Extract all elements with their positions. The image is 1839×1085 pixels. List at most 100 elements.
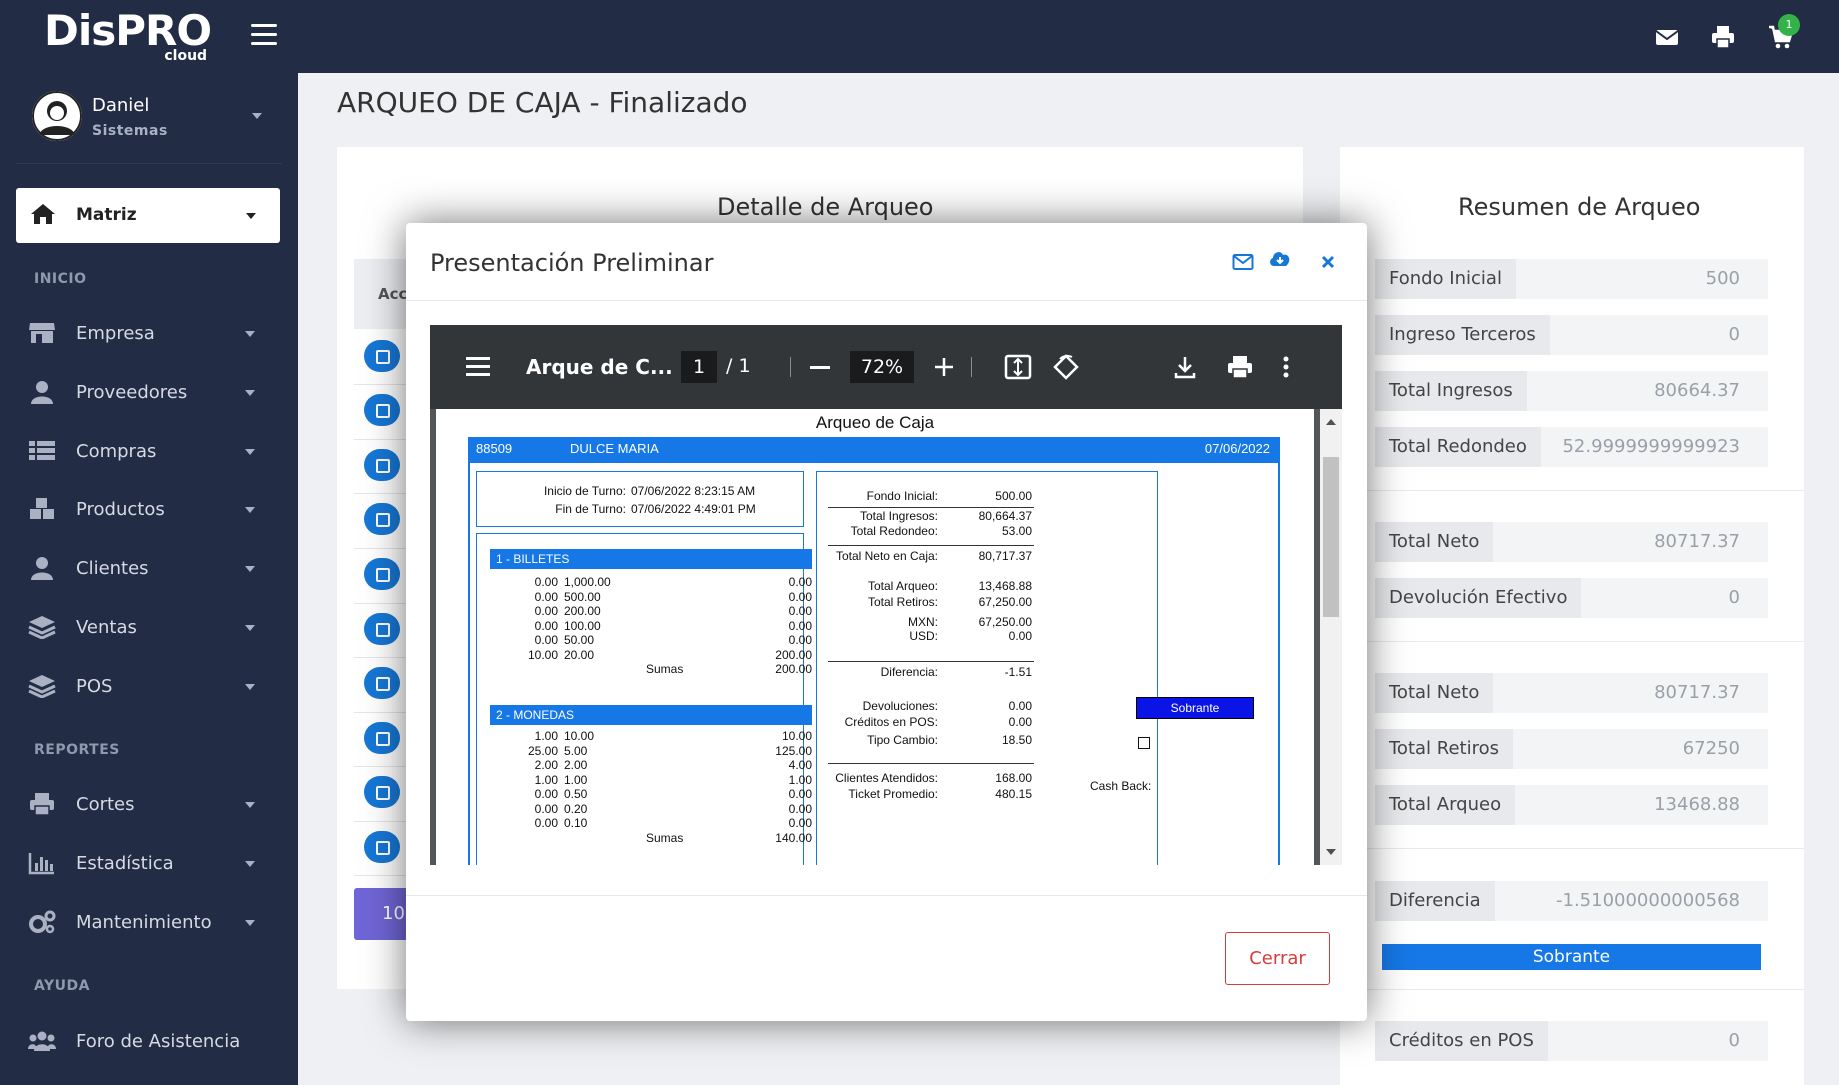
total-label: Total Ingresos: — [859, 509, 938, 523]
more-options-icon[interactable] — [1282, 355, 1290, 379]
billete-denomination: 20.00 — [564, 647, 595, 662]
mail-icon[interactable] — [1232, 253, 1254, 271]
pdf-toolbar: Arque de C... 1 / 1 72% — [430, 325, 1342, 409]
billetes-title: 1 - BILLETES — [496, 552, 570, 566]
moneda-qty: 0.00 — [534, 801, 558, 816]
preview-modal: Presentación Preliminar Arque de C... 1 … — [406, 223, 1367, 1021]
billetes-sum-label: Sumas — [646, 662, 684, 676]
total-label: Total Retiros: — [867, 595, 938, 609]
billete-denomination: 200.00 — [564, 604, 601, 618]
close-button[interactable]: Cerrar — [1225, 932, 1330, 985]
moneda-total: 0.00 — [788, 787, 812, 801]
divider — [828, 763, 1034, 764]
total-label: Tipo Cambio: — [867, 733, 938, 747]
moneda-qty: 25.00 — [527, 743, 558, 758]
total-label: Diferencia: — [880, 665, 938, 679]
moneda-denomination: 0.50 — [564, 787, 588, 801]
moneda-total: 10.00 — [781, 729, 812, 743]
modal-title: Presentación Preliminar — [430, 249, 714, 277]
divider — [828, 545, 1034, 546]
divider — [828, 507, 1034, 508]
report-header: 88509 DULCE MARIA 07/06/2022 — [468, 437, 1280, 461]
total-label: Ticket Promedio: — [848, 787, 938, 801]
rotate-icon[interactable] — [1052, 353, 1080, 381]
moneda-denomination: 0.10 — [564, 816, 588, 830]
moneda-qty: 2.00 — [534, 758, 558, 772]
zoom-out-icon[interactable] — [810, 366, 830, 369]
cash-back-label: Cash Back: — [1090, 779, 1152, 793]
pdf-zoom-input[interactable]: 72% — [850, 351, 914, 383]
billete-qty: 0.00 — [534, 633, 558, 647]
close-icon[interactable] — [1320, 254, 1336, 270]
report-date: 07/06/2022 — [1204, 441, 1270, 456]
shift-start-value: 07/06/2022 8:23:15 AM — [631, 484, 756, 498]
total-value: 80,664.37 — [978, 509, 1032, 523]
total-value: 0.00 — [1008, 715, 1032, 729]
shift-end-label: Fin de Turno: — [555, 502, 626, 516]
billete-qty: 10.00 — [527, 647, 558, 662]
moneda-denomination: 2.00 — [564, 758, 588, 772]
pdf-document-title: Arque de C... — [526, 355, 673, 379]
report-title: Arqueo de Caja — [815, 413, 935, 432]
divider — [406, 300, 1367, 301]
total-label: Total Neto en Caja: — [835, 549, 938, 563]
billete-denomination: 1,000.00 — [564, 575, 611, 589]
moneda-qty: 1.00 — [534, 729, 558, 743]
divider — [828, 661, 1034, 662]
billetes-sum: 200.00 — [775, 662, 812, 676]
total-label: Total Arqueo: — [867, 579, 938, 593]
total-label: Clientes Atendidos: — [835, 771, 938, 785]
moneda-denomination: 0.20 — [564, 801, 588, 816]
moneda-total: 1.00 — [788, 772, 812, 787]
total-label: USD: — [909, 629, 938, 643]
billete-total: 0.00 — [788, 604, 812, 618]
billete-denomination: 500.00 — [564, 589, 601, 604]
pdf-viewer[interactable]: Arque de C... 1 / 1 72% Arqueo de Caja 8… — [430, 325, 1342, 865]
divider — [790, 357, 791, 377]
cloud-download-icon[interactable] — [1268, 249, 1292, 269]
pdf-page-input[interactable]: 1 — [681, 351, 717, 383]
total-label: Total Redondeo: — [850, 524, 938, 538]
zoom-in-icon[interactable] — [934, 357, 954, 377]
fit-page-icon[interactable] — [1004, 354, 1032, 380]
moneda-denomination: 5.00 — [564, 743, 588, 758]
moneda-qty: 1.00 — [534, 772, 558, 787]
billete-qty: 0.00 — [534, 589, 558, 604]
checkbox — [1138, 737, 1150, 749]
pdf-page-total: / 1 — [726, 355, 751, 377]
total-value: 168.00 — [995, 771, 1032, 785]
total-label: Fondo Inicial: — [866, 489, 938, 503]
moneda-qty: 0.00 — [534, 787, 558, 801]
scroll-up-icon[interactable] — [1326, 419, 1336, 425]
moneda-denomination: 10.00 — [564, 729, 595, 743]
scroll-down-icon[interactable] — [1326, 849, 1336, 855]
billete-qty: 0.00 — [534, 618, 558, 633]
billete-total: 200.00 — [775, 647, 812, 662]
moneda-total: 0.00 — [788, 801, 812, 816]
moneda-denomination: 1.00 — [564, 772, 588, 787]
monedas-header: 2 - MONEDAS — [490, 705, 812, 725]
scroll-thumb[interactable] — [1323, 457, 1339, 617]
report-cashier: DULCE MARIA — [570, 441, 659, 456]
total-value: 500.00 — [995, 489, 1032, 503]
total-value: -1.51 — [1004, 665, 1032, 679]
monedas-sum: 140.00 — [775, 831, 812, 845]
moneda-total: 0.00 — [788, 816, 812, 830]
total-value: 67,250.00 — [978, 615, 1032, 629]
billete-total: 0.00 — [788, 633, 812, 647]
total-value: 53.00 — [1001, 524, 1032, 538]
sobrante-badge: Sobrante — [1136, 697, 1254, 719]
pdf-scrollbar[interactable] — [1320, 409, 1342, 865]
pdf-page: Arqueo de Caja 88509 DULCE MARIA 07/06/2… — [436, 409, 1314, 865]
pdf-menu-icon[interactable] — [466, 357, 490, 376]
total-label: MXN: — [908, 615, 938, 629]
billete-total: 0.00 — [788, 575, 812, 589]
billete-qty: 0.00 — [534, 575, 558, 589]
total-value: 0.00 — [1008, 629, 1032, 643]
download-icon[interactable] — [1174, 355, 1196, 379]
monedas-sum-label: Sumas — [646, 831, 684, 845]
total-value: 18.50 — [1001, 733, 1032, 747]
print-icon[interactable] — [1226, 355, 1254, 379]
moneda-qty: 0.00 — [534, 816, 558, 830]
total-value: 13,468.88 — [978, 579, 1032, 593]
